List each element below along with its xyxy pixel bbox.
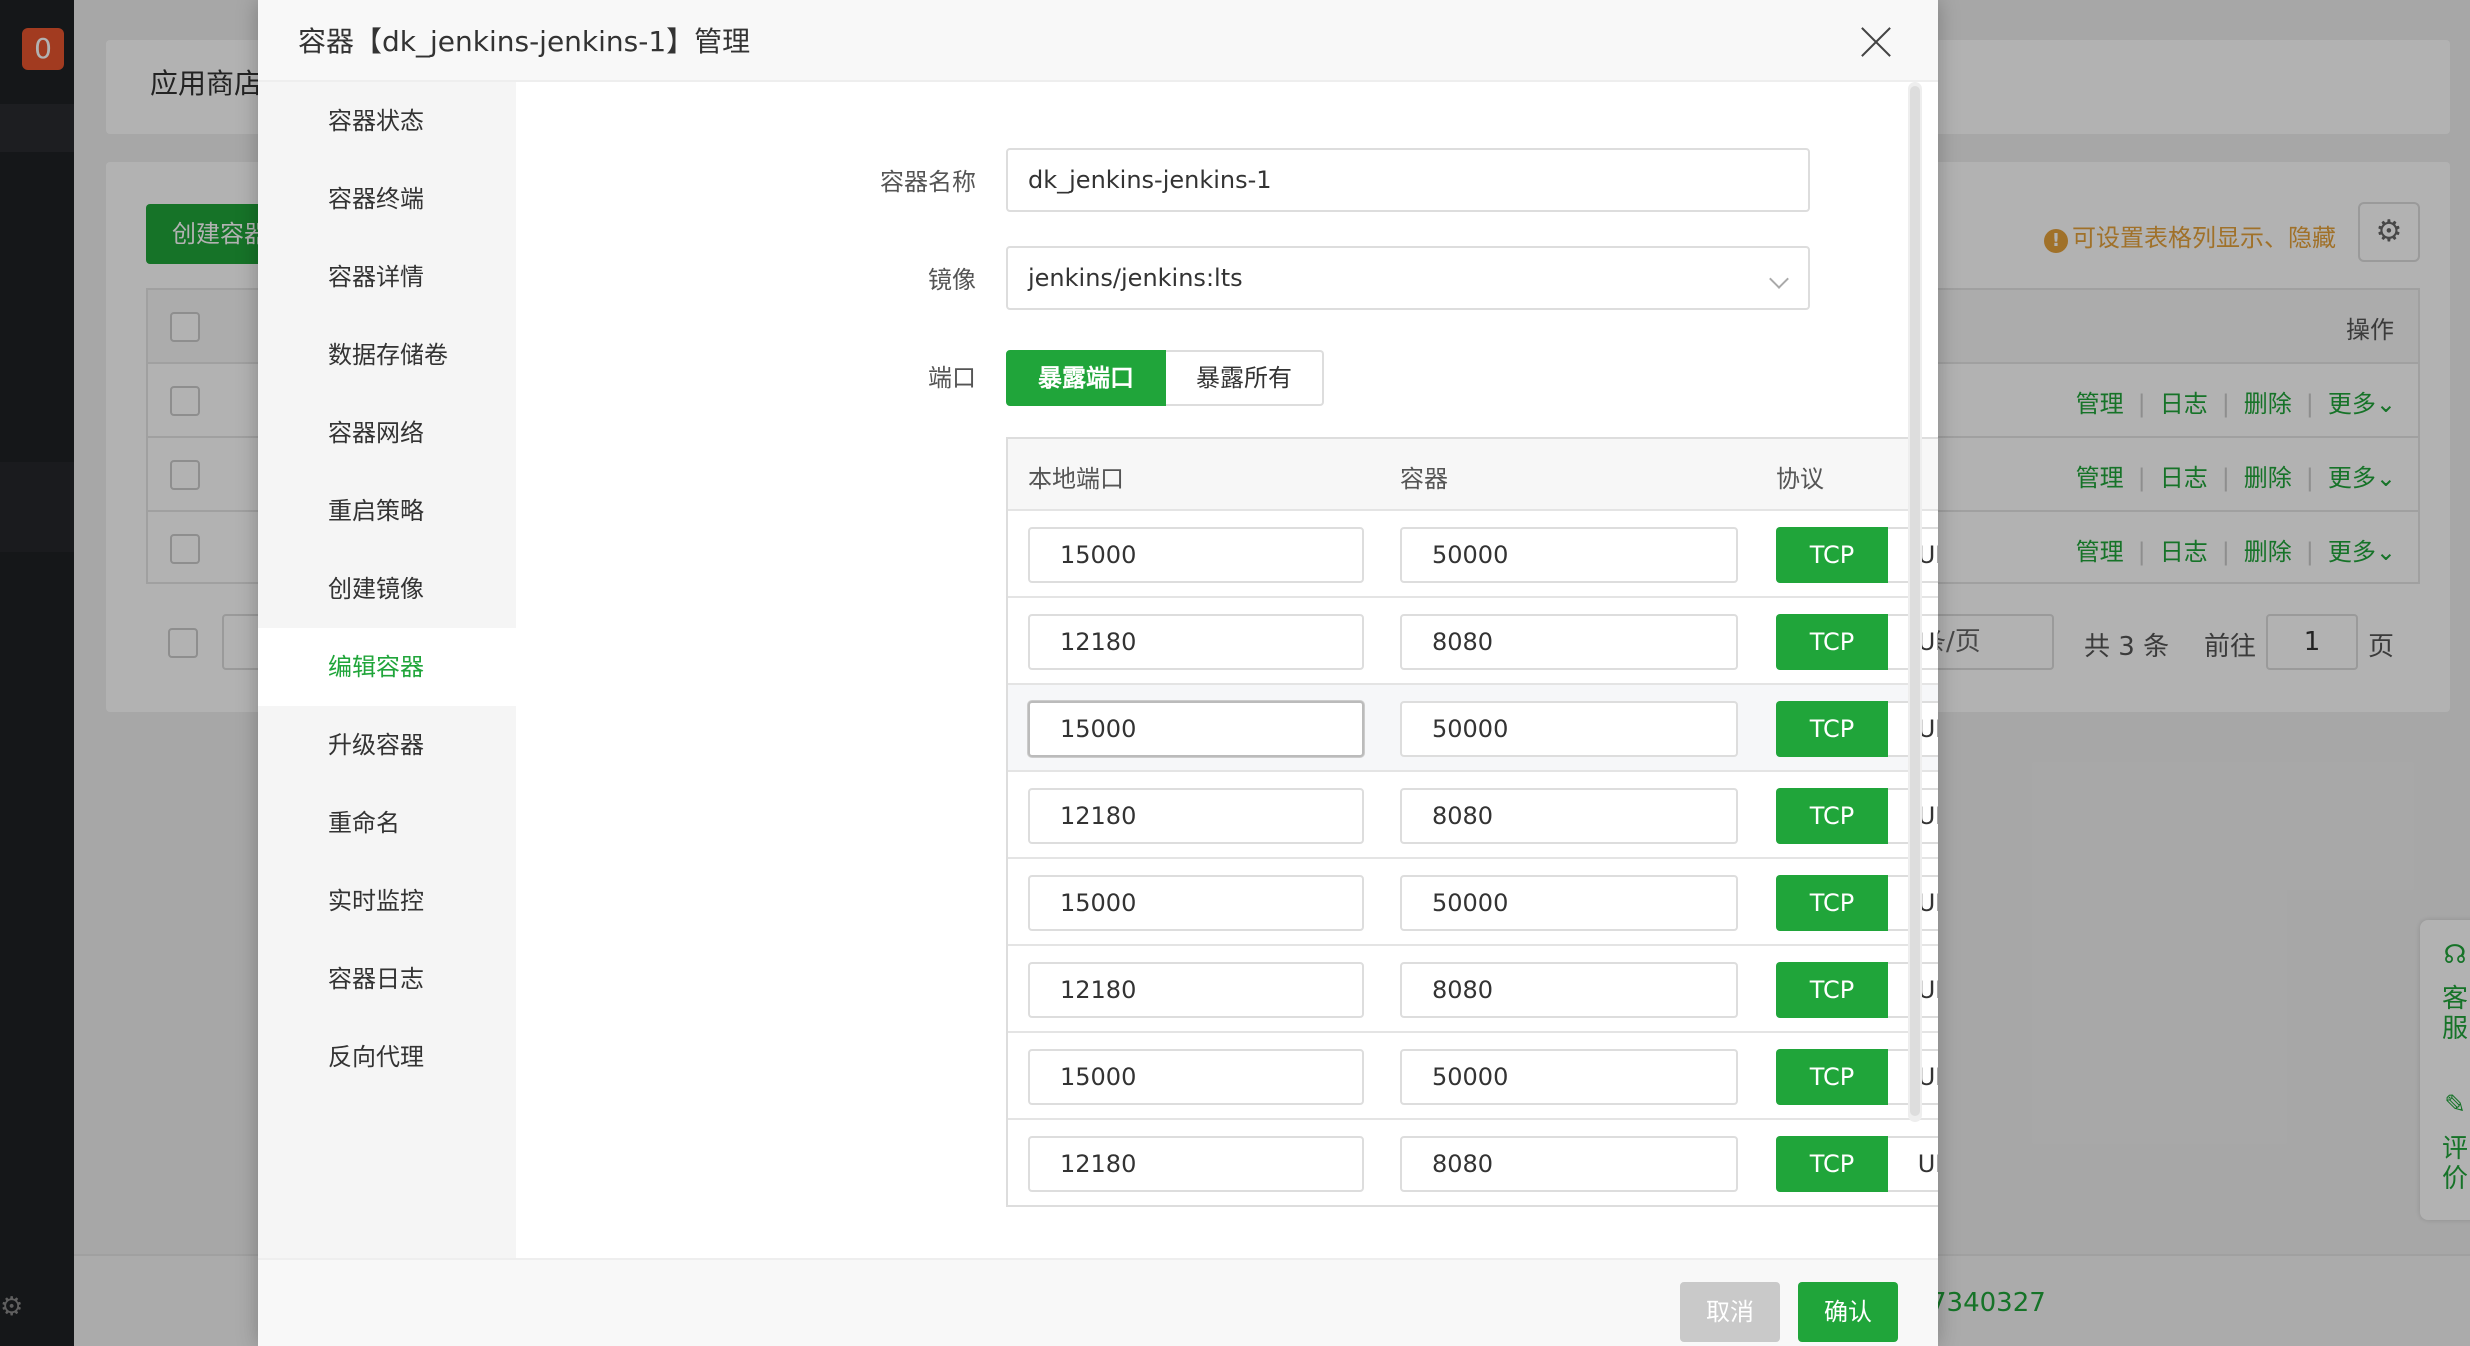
port-row: 121808080TCPUDP	[1008, 598, 1938, 685]
container-port-input[interactable]: 50000	[1400, 875, 1738, 931]
container-port-input[interactable]: 50000	[1400, 527, 1738, 583]
local-port-input[interactable]: 15000	[1028, 527, 1364, 583]
container-port-input[interactable]: 50000	[1400, 701, 1738, 757]
container-port-input[interactable]: 8080	[1400, 962, 1738, 1018]
confirm-button[interactable]: 确认	[1798, 1282, 1898, 1342]
port-row: 121808080TCPUDP	[1008, 772, 1938, 859]
port-label: 端口	[928, 364, 976, 392]
container-port-input[interactable]: 8080	[1400, 788, 1738, 844]
port-row: 1500050000TCPUDP	[1008, 685, 1938, 772]
local-port-input[interactable]: 15000	[1028, 875, 1364, 931]
tcp-toggle[interactable]: TCP	[1776, 875, 1888, 931]
port-mapping-table: 本地端口 容器 协议 1500050000TCPUDP121808080TCPU…	[1006, 437, 1938, 1207]
tab-container-network[interactable]: 容器网络	[258, 394, 516, 472]
tcp-toggle[interactable]: TCP	[1776, 701, 1888, 757]
port-row: 1500050000TCPUDP	[1008, 511, 1938, 598]
tab-reverse-proxy[interactable]: 反向代理	[258, 1018, 516, 1096]
container-port-input[interactable]: 8080	[1400, 614, 1738, 670]
modal-title: 容器【dk_jenkins-jenkins-1】管理	[298, 25, 751, 58]
tab-restart-policy[interactable]: 重启策略	[258, 472, 516, 550]
tab-upgrade-container[interactable]: 升级容器	[258, 706, 516, 784]
tcp-toggle[interactable]: TCP	[1776, 1136, 1888, 1192]
tab-container-status[interactable]: 容器状态	[258, 82, 516, 160]
local-port-input[interactable]: 12180	[1028, 962, 1364, 1018]
tab-realtime-monitor[interactable]: 实时监控	[258, 862, 516, 940]
container-manage-modal: 容器【dk_jenkins-jenkins-1】管理 容器状态 容器终端 容器详…	[258, 0, 1938, 1346]
port-row: 1500050000TCPUDP	[1008, 1033, 1938, 1120]
tcp-toggle[interactable]: TCP	[1776, 788, 1888, 844]
port-row: 12180 8080 TCPUDP	[1008, 1120, 1938, 1205]
tab-container-terminal[interactable]: 容器终端	[258, 160, 516, 238]
edit-container-form: 容器名称 dk_jenkins-jenkins-1 镜像 jenkins/jen…	[516, 82, 1938, 1258]
udp-toggle[interactable]: UDP	[1888, 1136, 1938, 1192]
tcp-toggle[interactable]: TCP	[1776, 962, 1888, 1018]
port-row: 1500050000TCPUDP	[1008, 859, 1938, 946]
tab-container-details[interactable]: 容器详情	[258, 238, 516, 316]
tab-container-logs[interactable]: 容器日志	[258, 940, 516, 1018]
local-port-header: 本地端口	[1028, 465, 1124, 493]
image-select-value: jenkins/jenkins:lts	[1028, 264, 1243, 292]
tab-data-volumes[interactable]: 数据存储卷	[258, 316, 516, 394]
close-icon[interactable]	[1860, 26, 1892, 58]
container-name-label: 容器名称	[880, 168, 976, 196]
chevron-down-icon	[1769, 269, 1789, 289]
expose-all-button[interactable]: 暴露所有	[1166, 350, 1324, 406]
container-port-header: 容器	[1400, 465, 1448, 493]
image-label: 镜像	[928, 266, 976, 294]
tcp-toggle[interactable]: TCP	[1776, 614, 1888, 670]
tab-rename[interactable]: 重命名	[258, 784, 516, 862]
tab-edit-container[interactable]: 编辑容器	[258, 628, 516, 706]
local-port-input[interactable]: 12180	[1028, 614, 1364, 670]
scrollbar-thumb[interactable]	[1910, 86, 1920, 1116]
tcp-toggle[interactable]: TCP	[1776, 527, 1888, 583]
local-port-input[interactable]: 15000	[1028, 1049, 1364, 1105]
container-port-input[interactable]: 50000	[1400, 1049, 1738, 1105]
cancel-button[interactable]: 取消	[1680, 1282, 1780, 1342]
local-port-input[interactable]: 12180	[1028, 788, 1364, 844]
local-port-input[interactable]: 15000	[1028, 701, 1364, 757]
image-select[interactable]: jenkins/jenkins:lts	[1006, 246, 1810, 310]
modal-tab-nav: 容器状态 容器终端 容器详情 数据存储卷 容器网络 重启策略 创建镜像 编辑容器…	[258, 82, 516, 1258]
content-scrollbar[interactable]	[1908, 82, 1922, 1122]
local-port-input[interactable]: 12180	[1028, 1136, 1364, 1192]
tab-create-image[interactable]: 创建镜像	[258, 550, 516, 628]
modal-footer: 取消 确认	[258, 1258, 1938, 1346]
expose-port-button[interactable]: 暴露端口	[1006, 350, 1166, 406]
modal-header: 容器【dk_jenkins-jenkins-1】管理	[258, 0, 1938, 82]
container-port-input[interactable]: 8080	[1400, 1136, 1738, 1192]
tcp-toggle[interactable]: TCP	[1776, 1049, 1888, 1105]
container-name-input[interactable]: dk_jenkins-jenkins-1	[1006, 148, 1810, 212]
port-table-header: 本地端口 容器 协议	[1008, 439, 1938, 511]
protocol-header: 协议	[1776, 465, 1824, 493]
port-row: 121808080TCPUDP	[1008, 946, 1938, 1033]
